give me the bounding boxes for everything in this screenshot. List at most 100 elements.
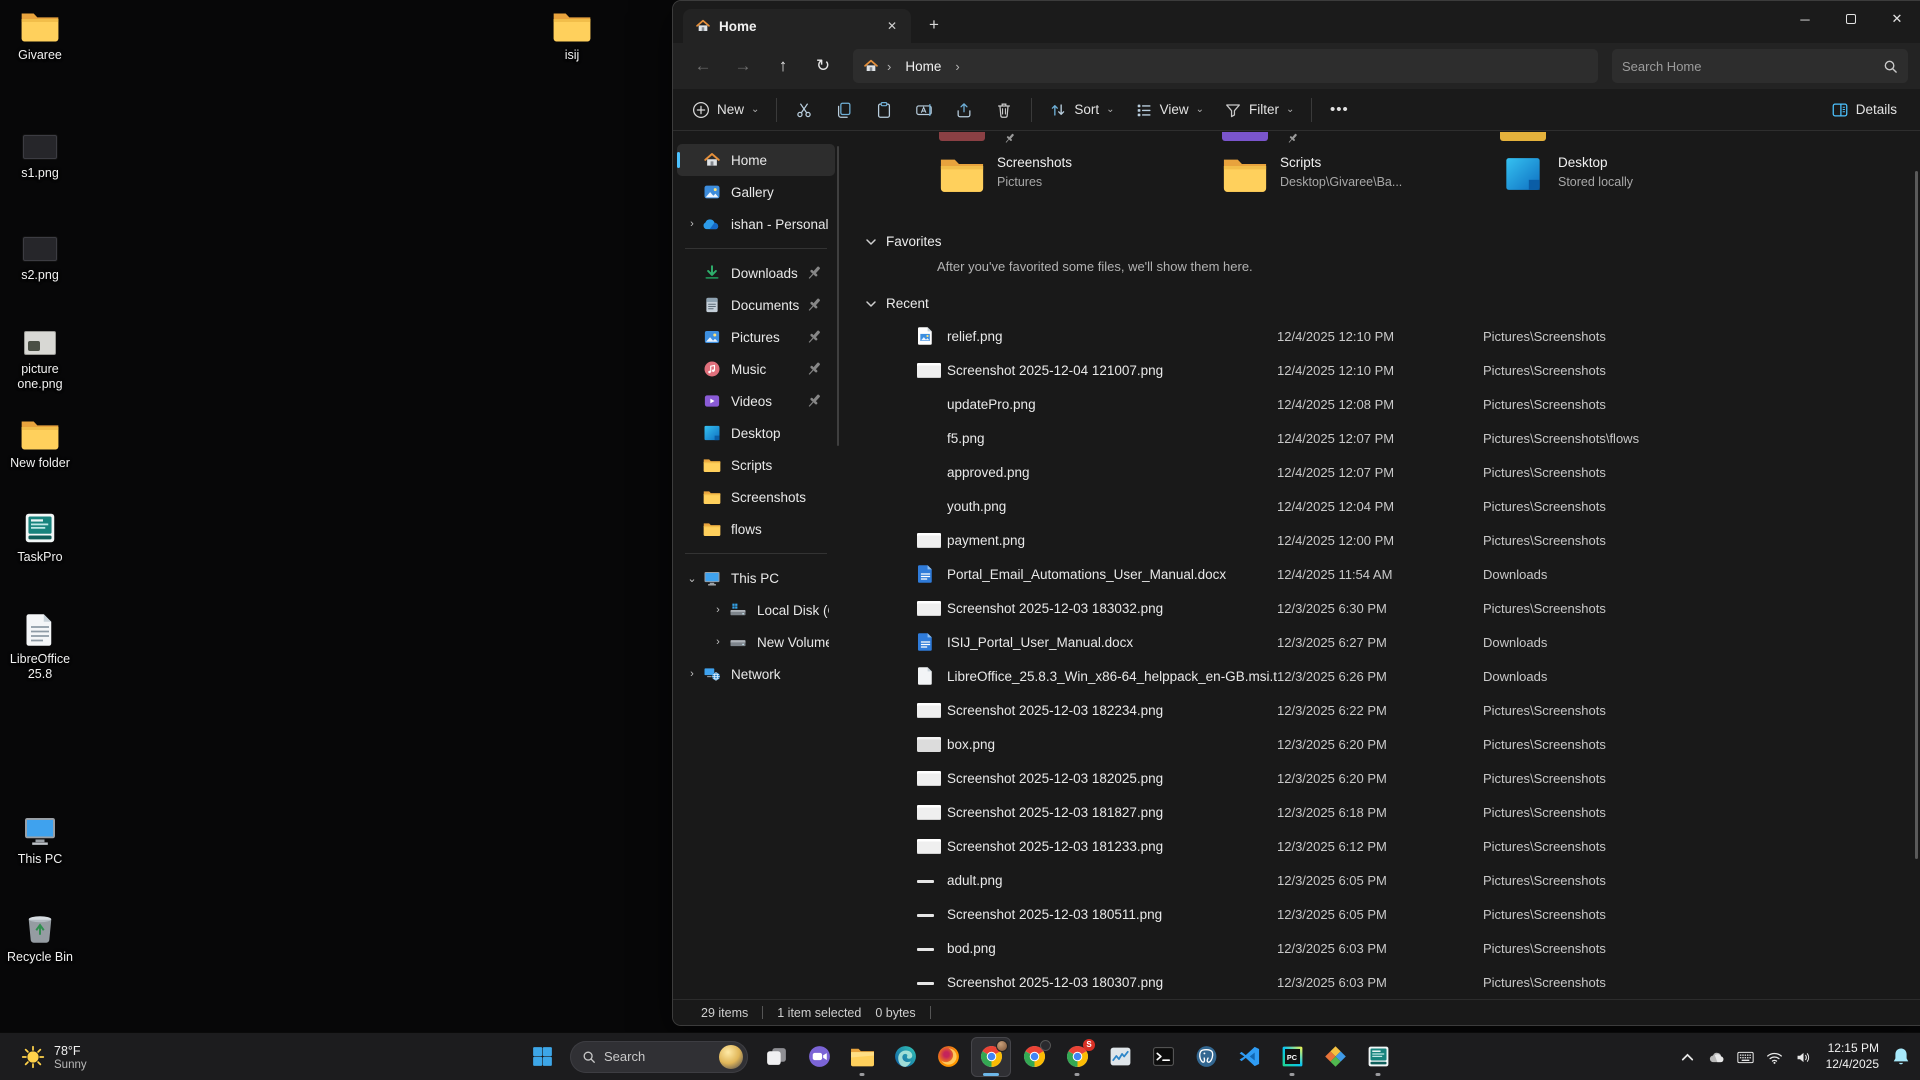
recent-file-row[interactable]: adult.png12/3/2025 6:05 PMPictures\Scree…: [839, 863, 1920, 897]
recent-section-header[interactable]: Recent: [865, 296, 1920, 311]
up-button[interactable]: ↑: [765, 49, 801, 83]
delete-button[interactable]: [985, 94, 1023, 126]
chevron-right-icon[interactable]: ›: [685, 218, 699, 230]
sidebar-item-local-disk-c-[interactable]: ›Local Disk (C:): [677, 594, 835, 626]
recent-file-row[interactable]: Screenshot 2025-12-03 181233.png12/3/202…: [839, 829, 1920, 863]
recent-file-row[interactable]: updatePro.png12/4/2025 12:08 PMPictures\…: [839, 387, 1920, 421]
minimize-button[interactable]: ─: [1782, 1, 1828, 37]
chevron-right-icon[interactable]: ›: [711, 636, 725, 648]
sidebar-item-flows[interactable]: flows: [677, 513, 835, 545]
wifi-icon[interactable]: [1764, 1046, 1786, 1068]
clock[interactable]: 12:15 PM 12/4/2025: [1822, 1041, 1883, 1072]
sidebar-item-new-volume-d-[interactable]: ›New Volume (D:): [677, 626, 835, 658]
taskbar-app-edge[interactable]: [885, 1037, 925, 1077]
onedrive-tray-icon[interactable]: [1706, 1046, 1728, 1068]
sidebar-item-gallery[interactable]: Gallery: [677, 176, 835, 208]
new-tab-button[interactable]: +: [919, 10, 949, 40]
partial-tile[interactable]: [1222, 132, 1268, 141]
desktop-icon-recycle-bin[interactable]: Recycle Bin: [4, 910, 76, 965]
quick-tile-scripts[interactable]: ScriptsDesktop\Givaree\Ba...: [1222, 154, 1492, 194]
recent-file-row[interactable]: LibreOffice_25.8.3_Win_x86-64_helppack_e…: [839, 659, 1920, 693]
taskbar-search[interactable]: Search: [570, 1041, 748, 1073]
taskbar-app-task-manager[interactable]: [1100, 1037, 1140, 1077]
new-button[interactable]: New ⌄: [683, 94, 768, 126]
recent-file-row[interactable]: Screenshot 2025-12-03 181827.png12/3/202…: [839, 795, 1920, 829]
chevron-right-icon[interactable]: ›: [711, 604, 725, 616]
recent-file-row[interactable]: Screenshot 2025-12-03 183032.png12/3/202…: [839, 591, 1920, 625]
recent-file-row[interactable]: Screenshot 2025-12-03 182025.png12/3/202…: [839, 761, 1920, 795]
forward-button[interactable]: →: [725, 49, 761, 83]
partial-tile[interactable]: [1500, 132, 1546, 141]
tab-close-icon[interactable]: ✕: [881, 15, 903, 37]
sidebar-item-desktop[interactable]: Desktop: [677, 417, 835, 449]
recent-file-row[interactable]: Portal_Email_Automations_User_Manual.doc…: [839, 557, 1920, 591]
details-pane-button[interactable]: Details: [1822, 94, 1906, 126]
sidebar-item-this-pc[interactable]: ⌄This PC: [677, 562, 835, 594]
share-button[interactable]: [945, 94, 983, 126]
content-scrollbar[interactable]: [1915, 171, 1918, 859]
close-button[interactable]: ✕: [1874, 1, 1920, 37]
desktop-icon-s1-png[interactable]: s1.png: [4, 126, 76, 181]
desktop-icon-taskpro[interactable]: TaskPro: [4, 510, 76, 565]
taskbar-app-firefox[interactable]: [928, 1037, 968, 1077]
recent-file-row[interactable]: payment.png12/4/2025 12:00 PMPictures\Sc…: [839, 523, 1920, 557]
sidebar-item-documents[interactable]: Documents: [677, 289, 835, 321]
paste-button[interactable]: [865, 94, 903, 126]
taskbar-app-vscode[interactable]: [1229, 1037, 1269, 1077]
desktop-icon-libreoffice-25-8[interactable]: LibreOffice 25.8: [4, 612, 76, 682]
breadcrumb[interactable]: Home: [899, 57, 947, 76]
sidebar-item-pictures[interactable]: Pictures: [677, 321, 835, 353]
volume-icon[interactable]: [1793, 1046, 1815, 1068]
maximize-button[interactable]: [1828, 1, 1874, 37]
search-input[interactable]: Search Home: [1612, 49, 1908, 83]
quick-tile-desktop[interactable]: DesktopStored locally: [1500, 154, 1770, 194]
desktop-icon-this-pc[interactable]: This PC: [4, 812, 76, 867]
tray-chevron-up-icon[interactable]: [1677, 1046, 1699, 1068]
bing-daily-image[interactable]: [719, 1045, 743, 1069]
chevron-down-icon[interactable]: ⌄: [685, 572, 699, 585]
taskbar-app-diagram-app[interactable]: [1315, 1037, 1355, 1077]
address-bar[interactable]: › Home ›: [853, 49, 1598, 83]
taskbar-app-file-explorer[interactable]: [842, 1037, 882, 1077]
recent-file-row[interactable]: approved.png12/4/2025 12:07 PMPictures\S…: [839, 455, 1920, 489]
taskbar-app-chrome-profile-1[interactable]: [971, 1037, 1011, 1077]
recent-file-row[interactable]: Screenshot 2025-12-03 182234.png12/3/202…: [839, 693, 1920, 727]
cut-button[interactable]: [785, 94, 823, 126]
sidebar-item-network[interactable]: ›Network: [677, 658, 835, 690]
recent-file-row[interactable]: youth.png12/4/2025 12:04 PMPictures\Scre…: [839, 489, 1920, 523]
notification-bell-icon[interactable]: [1890, 1046, 1912, 1068]
chev-down-icon[interactable]: [865, 236, 877, 248]
taskbar-app-taskpro[interactable]: [1358, 1037, 1398, 1077]
sidebar-item-music[interactable]: Music: [677, 353, 835, 385]
recent-file-row[interactable]: Screenshot 2025-12-03 180307.png12/3/202…: [839, 965, 1920, 999]
taskbar-app-task-view[interactable]: [756, 1037, 796, 1077]
sidebar-item-home[interactable]: Home: [677, 144, 835, 176]
sidebar-item-ishan-personal[interactable]: ›ishan - Personal: [677, 208, 835, 240]
recent-file-row[interactable]: ISIJ_Portal_User_Manual.docx12/3/2025 6:…: [839, 625, 1920, 659]
chev-down-icon[interactable]: [865, 298, 877, 310]
sidebar-item-videos[interactable]: Videos: [677, 385, 835, 417]
recent-file-row[interactable]: f5.png12/4/2025 12:07 PMPictures\Screens…: [839, 421, 1920, 455]
recent-file-row[interactable]: box.png12/3/2025 6:20 PMPictures\Screens…: [839, 727, 1920, 761]
taskbar-app-pycharm[interactable]: PC: [1272, 1037, 1312, 1077]
weather-widget[interactable]: 78°F Sunny: [12, 1033, 95, 1080]
view-button[interactable]: View ⌄: [1126, 94, 1213, 126]
sidebar-item-downloads[interactable]: Downloads: [677, 257, 835, 289]
desktop-icon-givaree[interactable]: Givaree: [4, 8, 76, 63]
taskbar-app-postgresql[interactable]: [1186, 1037, 1226, 1077]
tab-home[interactable]: Home ✕: [683, 9, 911, 43]
recent-file-row[interactable]: Screenshot 2025-12-03 180511.png12/3/202…: [839, 897, 1920, 931]
rename-button[interactable]: [905, 94, 943, 126]
sort-button[interactable]: Sort ⌄: [1040, 94, 1123, 126]
sidebar-item-screenshots[interactable]: Screenshots: [677, 481, 835, 513]
sidebar-item-scripts[interactable]: Scripts: [677, 449, 835, 481]
recent-file-row[interactable]: bod.png12/3/2025 6:03 PMPictures\Screens…: [839, 931, 1920, 965]
copy-button[interactable]: [825, 94, 863, 126]
desktop-icon-isij[interactable]: isij: [536, 8, 608, 63]
quick-tile-screenshots[interactable]: ScreenshotsPictures: [939, 154, 1209, 194]
taskbar-app-terminal[interactable]: [1143, 1037, 1183, 1077]
partial-tile[interactable]: [939, 132, 985, 141]
breadcrumb-chevron-icon[interactable]: ›: [953, 59, 961, 74]
chevron-right-icon[interactable]: ›: [685, 668, 699, 680]
desktop-icon-s2-png[interactable]: s2.png: [4, 228, 76, 283]
